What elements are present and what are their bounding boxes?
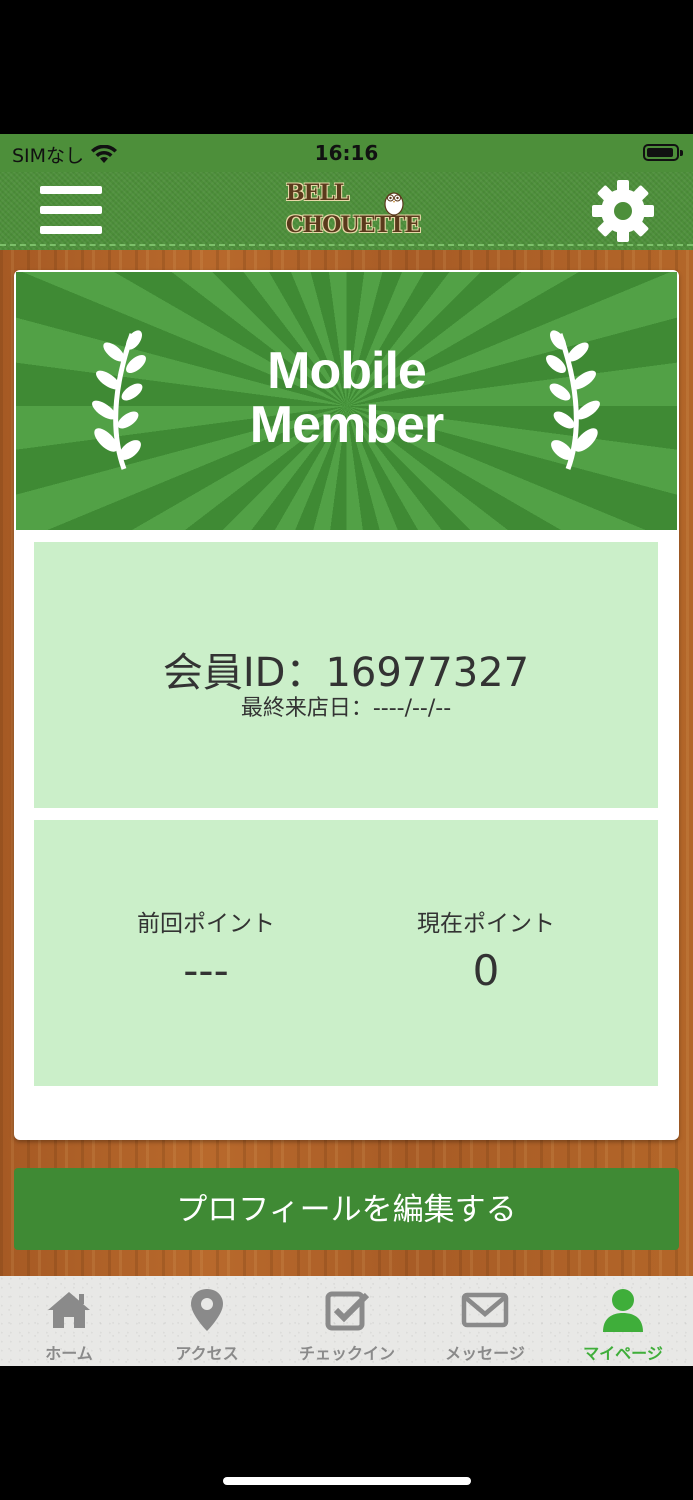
tab-checkin-label: チェックイン	[298, 1344, 395, 1363]
home-indicator[interactable]	[223, 1477, 471, 1485]
tab-mypage[interactable]: マイページ	[554, 1276, 692, 1366]
status-time: 16:16	[314, 141, 379, 165]
tab-access[interactable]: アクセス	[138, 1276, 276, 1366]
membership-banner: Mobile Member	[16, 272, 677, 530]
last-visit-date: 最終来店日：----/--/--	[240, 696, 452, 721]
map-pin-icon	[191, 1289, 223, 1331]
gear-icon[interactable]	[590, 178, 656, 244]
current-points-label: 現在ポイント	[417, 911, 555, 937]
member-card: Mobile Member 会員ID：16977327 最終来店日：----/-…	[14, 270, 679, 1140]
tab-access-label: アクセス	[175, 1344, 239, 1363]
current-points-value: 0	[472, 946, 500, 995]
battery-icon	[643, 144, 683, 161]
home-icon	[48, 1292, 90, 1328]
tab-message-label: メッセージ	[445, 1344, 525, 1363]
tab-home[interactable]: ホーム	[0, 1276, 138, 1366]
points-panel: 前回ポイント --- 現在ポイント 0	[34, 820, 658, 1086]
member-id-panel: 会員ID：16977327 最終来店日：----/--/--	[34, 542, 658, 808]
logo-text-line1: BELL	[286, 180, 349, 206]
tab-mypage-label: マイページ	[583, 1344, 663, 1363]
user-icon	[603, 1289, 643, 1332]
hamburger-menu-icon[interactable]	[40, 186, 102, 238]
previous-points-value: ---	[183, 946, 229, 995]
tab-checkin[interactable]: チェックイン	[278, 1276, 416, 1366]
tab-message[interactable]: メッセージ	[416, 1276, 554, 1366]
laurel-right-icon	[546, 330, 600, 470]
envelope-icon	[461, 1292, 509, 1328]
previous-points-label: 前回ポイント	[137, 911, 275, 937]
checkbox-icon	[325, 1291, 370, 1331]
bottom-tab-bar: ホーム アクセス チェックイン メッセージ マイページ	[0, 1276, 693, 1366]
brand-logo: BELL CHOUETTE	[284, 180, 421, 246]
tab-home-label: ホーム	[45, 1344, 93, 1363]
status-bar: SIMなし 16:16	[0, 134, 693, 172]
edit-profile-button[interactable]: プロフィールを編集する	[14, 1168, 679, 1250]
owl-icon	[384, 192, 404, 216]
